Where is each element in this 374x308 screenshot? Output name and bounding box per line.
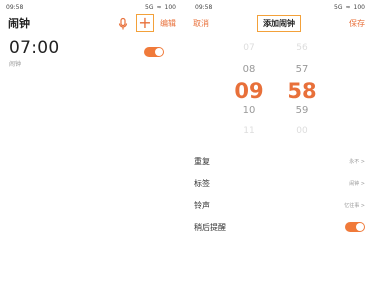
save-button[interactable]: 保存 (349, 18, 365, 29)
status-time: 09:58 (195, 3, 213, 11)
row-label: 标签 (194, 178, 210, 188)
row-value: 永不 > (349, 158, 365, 165)
battery-icon: 100 (164, 3, 176, 11)
page-title: 添加闹钟 (257, 14, 301, 32)
edit-button[interactable]: 编辑 (160, 18, 176, 29)
battery-icon: 100 (353, 3, 365, 11)
time-picker[interactable]: 07 08 09 10 11 56 57 58 59 00 (189, 40, 371, 140)
minute-option[interactable]: 56 (277, 43, 327, 53)
minute-option[interactable]: 57 (277, 64, 327, 75)
wifi-icon: ≈ (156, 3, 162, 11)
selected-hour[interactable]: 09 (224, 79, 274, 103)
minute-option[interactable]: 00 (277, 126, 327, 136)
ringtone-row[interactable]: 铃声 忆往事 > (194, 194, 365, 216)
signal-icon: 5G (145, 3, 154, 11)
tag-row[interactable]: 标签 闹钟 > (194, 172, 365, 194)
row-label: 稍后提醒 (194, 222, 226, 232)
repeat-row[interactable]: 重复 永不 > (194, 150, 365, 172)
alarm-list-screen: 09:58 5G ≈ 100 闹钟 + 编辑 07:00 闹钟 (0, 0, 182, 308)
minute-option[interactable]: 59 (277, 105, 327, 116)
status-bar: 09:58 5G ≈ 100 (195, 2, 365, 12)
hour-option[interactable]: 10 (224, 105, 274, 116)
alarm-settings-list: 重复 永不 > 标签 闹钟 > 铃声 忆往事 > 稍后提醒 (194, 150, 365, 238)
cancel-button[interactable]: 取消 (193, 18, 209, 29)
add-alarm-header: 取消 添加闹钟 保存 (193, 14, 365, 32)
signal-icon: 5G (334, 3, 343, 11)
row-value: 忆往事 > (344, 202, 365, 209)
alarm-item[interactable]: 07:00 闹钟 (9, 38, 164, 68)
mic-icon[interactable] (116, 16, 130, 30)
page-title: 闹钟 (8, 17, 30, 30)
alarm-toggle[interactable] (144, 47, 164, 57)
add-alarm-button[interactable]: + (136, 14, 154, 32)
snooze-toggle[interactable] (345, 222, 365, 232)
wifi-icon: ≈ (345, 3, 351, 11)
row-label: 铃声 (194, 200, 210, 210)
row-label: 重复 (194, 156, 210, 166)
hour-option[interactable]: 07 (224, 43, 274, 53)
row-value: 闹钟 > (349, 180, 365, 187)
status-time: 09:58 (6, 3, 24, 11)
hour-option[interactable]: 08 (224, 64, 274, 75)
selected-minute[interactable]: 58 (277, 79, 327, 103)
alarm-time: 07:00 (9, 38, 60, 58)
snooze-row: 稍后提醒 (194, 216, 365, 238)
add-alarm-screen: 09:58 5G ≈ 100 取消 添加闹钟 保存 07 08 09 10 11… (189, 0, 371, 308)
hour-option[interactable]: 11 (224, 126, 274, 136)
alarm-list-header: 闹钟 + 编辑 (8, 14, 176, 32)
alarm-label: 闹钟 (9, 61, 22, 68)
status-bar: 09:58 5G ≈ 100 (6, 2, 176, 12)
